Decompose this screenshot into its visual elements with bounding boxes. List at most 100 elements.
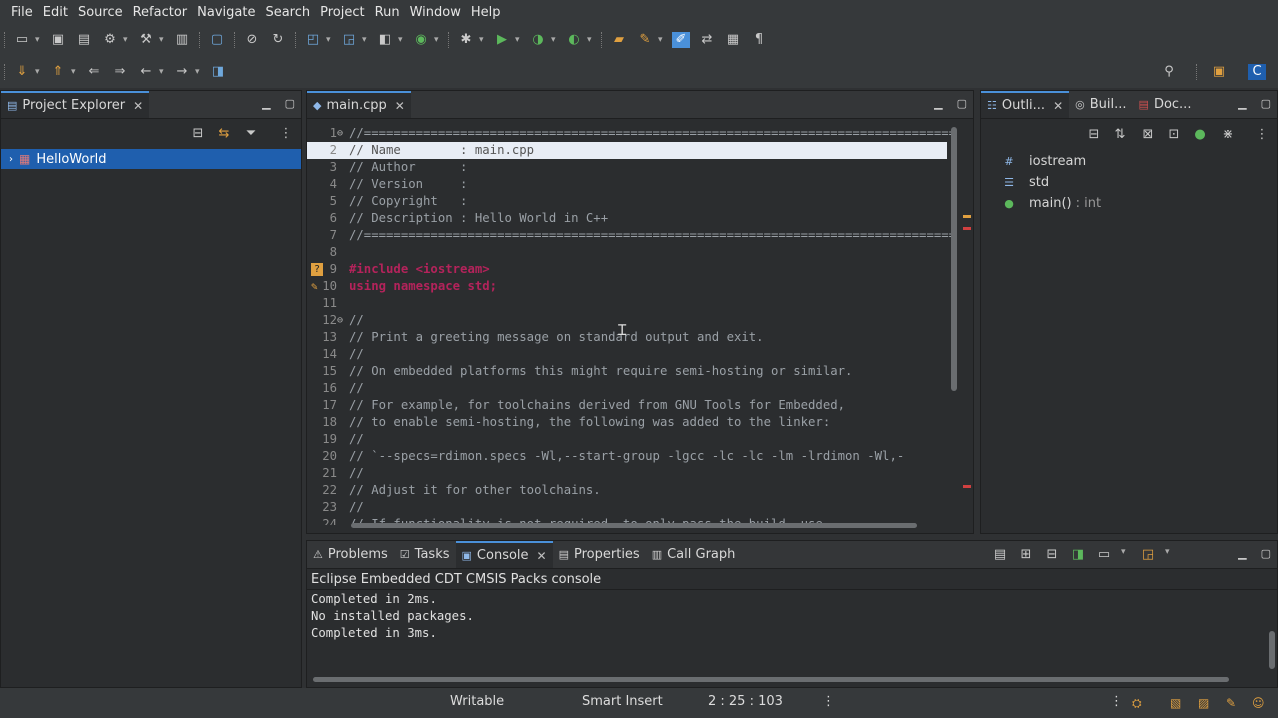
- collapse-all-icon[interactable]: ⊟: [189, 126, 207, 142]
- external-tools-icon[interactable]: ◐: [565, 32, 583, 48]
- status-cursor-position[interactable]: 2 : 25 : 103: [708, 694, 783, 709]
- last-edit-location-icon[interactable]: ⇐: [85, 64, 103, 80]
- menu-help[interactable]: Help: [466, 5, 506, 20]
- run-icon[interactable]: ▶: [493, 32, 511, 48]
- menu-window[interactable]: Window: [405, 5, 466, 20]
- outline-item-iostream[interactable]: # iostream: [981, 151, 1277, 172]
- view-menu-icon[interactable]: ⋮: [277, 126, 295, 142]
- code-line[interactable]: 5 // Copyright :: [307, 193, 947, 210]
- forward-icon[interactable]: →: [173, 64, 191, 80]
- coverage-icon[interactable]: ◑: [529, 32, 547, 48]
- code-line[interactable]: 20 // `--specs=rdimon.specs -Wl,--start-g…: [307, 448, 947, 465]
- smiley-icon[interactable]: ☺: [1252, 696, 1265, 710]
- display-console-icon[interactable]: ▭: [1095, 547, 1113, 563]
- hide-inactive-icon[interactable]: ⋇: [1219, 127, 1237, 143]
- build-hammer-icon[interactable]: ⚒: [137, 32, 155, 48]
- external-tools-dropdown[interactable]: ▾: [587, 35, 595, 45]
- open-project-dropdown[interactable]: ▾: [362, 35, 370, 45]
- code-line[interactable]: 14 //: [307, 346, 947, 363]
- code-line[interactable]: 19 //: [307, 431, 947, 448]
- code-line[interactable]: 11: [307, 295, 947, 312]
- sort-icon[interactable]: ⇅: [1111, 127, 1129, 143]
- tab-call-graph[interactable]: ▥ Call Graph: [646, 541, 742, 568]
- show-whitespace-icon[interactable]: ¶: [750, 32, 768, 48]
- search-icon[interactable]: ⚲: [1160, 64, 1178, 80]
- code-line[interactable]: 6 // Description : Hello World in C++: [307, 210, 947, 227]
- collapse-all-icon[interactable]: ⊟: [1085, 127, 1103, 143]
- code-line[interactable]: 2 // Name : main.cpp: [307, 142, 947, 159]
- debug-dropdown[interactable]: ▾: [479, 35, 487, 45]
- hide-static-icon[interactable]: ⊡: [1165, 127, 1183, 143]
- forward-edit-icon[interactable]: ⇒: [111, 64, 129, 80]
- fold-toggle-icon[interactable]: ⊖: [337, 125, 343, 142]
- build-all-icon[interactable]: ▥: [173, 32, 191, 48]
- back-dropdown[interactable]: ▾: [159, 67, 167, 77]
- tips-icon[interactable]: ▨: [1198, 696, 1209, 710]
- save-all-icon[interactable]: ▤: [75, 32, 93, 48]
- code-line[interactable]: 21 //: [307, 465, 947, 482]
- menu-refactor[interactable]: Refactor: [128, 5, 193, 20]
- chevron-right-icon[interactable]: ›: [9, 154, 13, 165]
- skip-breakpoints-icon[interactable]: ⊘: [243, 32, 261, 48]
- maximize-icon[interactable]: ▢: [1261, 97, 1271, 110]
- fold-toggle-icon[interactable]: ⊖: [337, 312, 343, 329]
- tab-documentation[interactable]: ▤ Doc...: [1133, 91, 1198, 118]
- tab-project-explorer[interactable]: ▤ Project Explorer ✕: [1, 91, 150, 118]
- new-dropdown[interactable]: ▾: [35, 35, 43, 45]
- forward-dropdown[interactable]: ▾: [195, 67, 203, 77]
- tab-properties[interactable]: ▤ Properties: [553, 541, 646, 568]
- minimize-icon[interactable]: ▁: [262, 97, 270, 110]
- tab-tasks[interactable]: ☑ Tasks: [394, 541, 456, 568]
- open-console-dropdown[interactable]: ▾: [1165, 547, 1173, 563]
- maximize-icon[interactable]: ▢: [285, 97, 295, 110]
- editor-horizontal-scrollbar[interactable]: [351, 523, 917, 528]
- status-menu-icon[interactable]: ⋮: [1110, 694, 1123, 709]
- hide-fields-icon[interactable]: ⊠: [1139, 127, 1157, 143]
- code-line[interactable]: 23 //: [307, 499, 947, 516]
- close-icon[interactable]: ✕: [133, 99, 143, 113]
- code-line[interactable]: 8: [307, 244, 947, 261]
- code-line[interactable]: 15 // On embedded platforms this might re…: [307, 363, 947, 380]
- refresh-icon[interactable]: ↻: [269, 32, 287, 48]
- next-annotation-dropdown[interactable]: ▾: [35, 67, 43, 77]
- coverage-dropdown[interactable]: ▾: [551, 35, 559, 45]
- save-icon[interactable]: ▣: [49, 32, 67, 48]
- pin-console-icon[interactable]: ◨: [1069, 547, 1087, 563]
- code-line[interactable]: 16 //: [307, 380, 947, 397]
- new-class-dropdown[interactable]: ▾: [434, 35, 442, 45]
- menu-file[interactable]: File: [6, 5, 38, 20]
- cpp-perspective-icon[interactable]: C: [1248, 64, 1266, 80]
- search-dropdown[interactable]: ▾: [658, 35, 666, 45]
- status-menu-icon[interactable]: ⋮: [822, 694, 835, 709]
- previous-annotation-dropdown[interactable]: ▾: [71, 67, 79, 77]
- new-project-dropdown[interactable]: ▾: [326, 35, 334, 45]
- toggle-word-wrap-icon[interactable]: ▦: [724, 32, 742, 48]
- run-dropdown[interactable]: ▾: [515, 35, 523, 45]
- code-line[interactable]: 9 #include <iostream>: [307, 261, 947, 278]
- new-class-icon[interactable]: ◉: [412, 32, 430, 48]
- menu-source[interactable]: Source: [73, 5, 128, 20]
- warning-marker-icon[interactable]: ?: [311, 263, 323, 276]
- code-line[interactable]: 18 // to enable semi-hosting, the followi…: [307, 414, 947, 431]
- tab-main-cpp[interactable]: ◆ main.cpp ✕: [307, 91, 411, 118]
- tab-outline[interactable]: ☷ Outli... ✕: [981, 91, 1070, 118]
- minimize-icon[interactable]: ▁: [1238, 97, 1246, 110]
- error-marker-icon[interactable]: ✎: [311, 280, 318, 293]
- code-line[interactable]: 10 using namespace std;: [307, 278, 947, 295]
- maximize-icon[interactable]: ▢: [1261, 547, 1271, 560]
- filter-icon[interactable]: ⏷: [242, 126, 260, 142]
- code-line[interactable]: 13 // Print a greeting message on standar…: [307, 329, 947, 346]
- minimize-icon[interactable]: ▁: [934, 97, 942, 110]
- open-perspective-icon[interactable]: ▣: [1210, 64, 1228, 80]
- build-dropdown[interactable]: ▾: [159, 35, 167, 45]
- link-with-editor-icon[interactable]: ⇆: [215, 126, 233, 142]
- terminal-icon[interactable]: ▢: [208, 32, 226, 48]
- build-settings-dropdown[interactable]: ▾: [123, 35, 131, 45]
- previous-annotation-icon[interactable]: ⇑: [49, 64, 67, 80]
- close-icon[interactable]: ✕: [395, 99, 405, 113]
- toggle-block-selection-icon[interactable]: ⇄: [698, 32, 716, 48]
- display-console-dropdown[interactable]: ▾: [1121, 547, 1129, 563]
- new-file-dropdown[interactable]: ▾: [398, 35, 406, 45]
- code-line[interactable]: 17 // For example, for toolchains derived…: [307, 397, 947, 414]
- debug-icon[interactable]: ✱: [457, 32, 475, 48]
